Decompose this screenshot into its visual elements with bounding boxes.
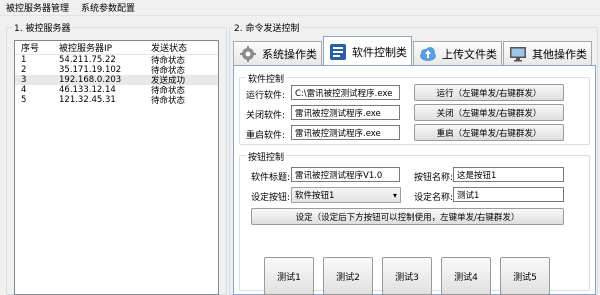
gear-icon <box>238 45 258 63</box>
software-control-legend: 软件控制 <box>246 72 287 85</box>
row-ip: 121.32.45.31 <box>59 95 116 105</box>
server-group-title: 1. 被控服务器 <box>12 21 73 34</box>
server-row[interactable]: 5 121.32.45.31 待命状态 <box>15 95 218 106</box>
column-header-status[interactable]: 发送状态 <box>151 41 218 54</box>
restart-software-label: 重启软件: <box>246 131 286 141</box>
button-control-legend: 按钮控制 <box>246 150 287 163</box>
row-ip: 35.171.19.102 <box>59 65 122 75</box>
close-button[interactable]: 关闭（左键单发/右键群发） <box>414 104 564 121</box>
restart-button[interactable]: 重启（左键单发/右键群发） <box>414 124 564 141</box>
software-icon <box>328 43 348 61</box>
tab-other-ops[interactable]: 其他操作类 <box>503 41 592 65</box>
row-seq: 3 <box>21 75 27 85</box>
button-name-field[interactable]: 这是按钮1 <box>453 167 564 182</box>
test-button-5[interactable]: 测试5 <box>500 257 550 295</box>
button-name-label: 按钮名称: <box>414 173 454 183</box>
test-button-2[interactable]: 测试2 <box>323 257 373 295</box>
test-button-3[interactable]: 测试3 <box>382 257 432 295</box>
tab-label: 上传文件类 <box>442 47 497 61</box>
set-name-label: 设定名称: <box>414 193 454 203</box>
set-button-select[interactable]: 软件按钮1 ▾ <box>291 187 401 203</box>
menu-item-system-config[interactable]: 系统参数配置 <box>81 1 135 14</box>
server-list[interactable]: 序号 被控服务器IP 发送状态 1 54.211.75.22 待命状态 2 35… <box>14 40 219 295</box>
column-header-seq[interactable]: 序号 <box>15 41 59 54</box>
apply-setting-button[interactable]: 设定（设定后下方按钮可以控制使用，左键单发/右键群发） <box>251 208 564 225</box>
tab-upload-file[interactable]: 上传文件类 <box>413 41 502 65</box>
set-button-select-value: 软件按钮1 <box>295 191 335 201</box>
server-list-header: 序号 被控服务器IP 发送状态 <box>15 41 218 55</box>
tab-label: 系统操作类 <box>262 47 317 61</box>
tab-software-control[interactable]: 软件控制类 <box>323 36 412 66</box>
close-software-label: 关闭软件: <box>246 111 286 121</box>
software-title-field[interactable]: 雷讯被控测试程序V1.0 <box>291 167 400 182</box>
restart-software-field[interactable]: 雷讯被控测试程序.exe <box>291 125 400 140</box>
row-seq: 5 <box>21 95 27 105</box>
run-button[interactable]: 运行（左键单发/右键群发） <box>414 84 564 101</box>
monitor-icon <box>508 45 528 63</box>
row-ip: 54.211.75.22 <box>59 55 116 65</box>
column-header-ip[interactable]: 被控服务器IP <box>59 41 151 54</box>
set-button-label: 设定按钮: <box>251 193 291 203</box>
run-software-path-field[interactable]: C:\雷讯被控测试程序.exe <box>291 85 400 100</box>
menu-bar: 被控服务器管理 系统参数配置 <box>0 0 600 16</box>
set-name-field[interactable]: 测试1 <box>453 187 564 202</box>
run-software-label: 运行软件: <box>246 91 286 101</box>
command-group-title: 2. 命令发送控制 <box>232 21 302 34</box>
close-software-field[interactable]: 雷讯被控测试程序.exe <box>291 105 400 120</box>
software-title-label: 软件标题: <box>251 173 291 183</box>
tab-system-ops[interactable]: 系统操作类 <box>233 41 322 65</box>
menu-item-server-manage[interactable]: 被控服务器管理 <box>6 1 69 14</box>
cloud-upload-icon <box>418 45 438 63</box>
row-seq: 1 <box>21 55 27 65</box>
row-seq: 4 <box>21 85 27 95</box>
chevron-down-icon: ▾ <box>392 191 397 200</box>
test-button-4[interactable]: 测试4 <box>441 257 491 295</box>
row-seq: 2 <box>21 65 27 75</box>
test-button-1[interactable]: 测试1 <box>264 257 314 295</box>
row-ip: 192.168.0.203 <box>59 75 122 85</box>
row-status: 待命状态 <box>151 96 186 106</box>
tab-strip: 系统操作类 软件控制类 上传文件类 其他操作类 <box>233 35 593 66</box>
row-ip: 46.133.12.14 <box>59 85 116 95</box>
tab-label: 其他操作类 <box>532 47 587 61</box>
tab-label: 软件控制类 <box>352 45 407 59</box>
